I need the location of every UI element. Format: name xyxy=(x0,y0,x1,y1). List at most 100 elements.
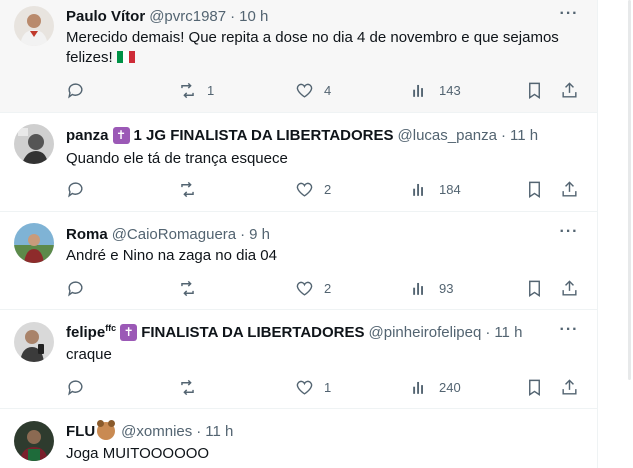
reply-icon xyxy=(68,82,83,99)
reply-post[interactable]: panza ✝ 1 JG FINALISTA DA LIBERTADORES @… xyxy=(0,113,597,212)
bookmark-icon xyxy=(529,181,540,198)
post-header: panza ✝ 1 JG FINALISTA DA LIBERTADORES @… xyxy=(66,125,538,145)
post-header: FLU @xomnies · 11 h xyxy=(66,420,233,441)
like-count: 4 xyxy=(324,82,332,98)
cross-icon: ✝ xyxy=(112,126,130,144)
bookmark-icon xyxy=(529,82,540,99)
view-count: 143 xyxy=(439,82,461,98)
display-name[interactable]: panza xyxy=(66,127,109,144)
reply-post[interactable]: ··· Roma @CaioRomaguera · 9 h André e Ni… xyxy=(0,212,597,310)
user-handle[interactable]: @pinheirofelipeq xyxy=(369,324,482,341)
view-count: 93 xyxy=(439,280,454,296)
reply-button[interactable] xyxy=(66,375,95,399)
separator: · xyxy=(485,323,491,341)
bookmark-icon xyxy=(529,280,540,297)
like-button[interactable]: 4 xyxy=(295,78,331,102)
cross-icon: ✝ xyxy=(120,323,138,341)
share-button[interactable] xyxy=(560,78,579,102)
repost-button[interactable] xyxy=(178,276,207,300)
user-handle[interactable]: @xomnies xyxy=(121,423,192,440)
share-icon xyxy=(562,378,577,395)
post-text: Quando ele tá de trança esquece xyxy=(66,150,288,167)
display-name[interactable]: Roma xyxy=(66,226,108,243)
avatar[interactable] xyxy=(14,6,54,46)
bookmark-button[interactable] xyxy=(525,78,544,102)
reply-post[interactable]: FLU @xomnies · 11 h Joga MUITOOOOOO xyxy=(0,409,597,468)
views-chart-icon xyxy=(413,282,423,295)
bookmark-button[interactable] xyxy=(525,375,544,399)
reply-button[interactable] xyxy=(66,177,95,201)
user-handle[interactable]: @CaioRomaguera xyxy=(112,226,236,243)
share-button[interactable] xyxy=(560,276,579,300)
avatar[interactable] xyxy=(14,421,54,461)
like-button[interactable]: 2 xyxy=(295,177,331,201)
views-button[interactable]: 240 xyxy=(410,375,461,399)
post-text: Merecido demais! Que repita a dose no di… xyxy=(66,28,566,68)
display-name-text: felipe xyxy=(66,324,106,341)
display-name[interactable]: felipeffc xyxy=(66,323,116,341)
display-name[interactable]: FLU xyxy=(66,423,95,440)
avatar[interactable] xyxy=(14,322,54,362)
heart-icon xyxy=(296,83,313,98)
timestamp[interactable]: 9 h xyxy=(249,226,270,243)
more-options-icon[interactable]: ··· xyxy=(559,322,579,344)
reply-icon xyxy=(68,280,83,297)
repost-button[interactable] xyxy=(178,375,207,399)
display-name[interactable]: Paulo Vítor xyxy=(66,8,145,25)
repost-icon xyxy=(181,379,194,395)
display-name-suffix[interactable]: 1 JG FINALISTA DA LIBERTADORES xyxy=(134,127,394,144)
display-name-suffix[interactable]: FINALISTA DA LIBERTADORES xyxy=(141,324,364,341)
timestamp[interactable]: 11 h xyxy=(510,127,538,144)
views-button[interactable]: 143 xyxy=(410,78,461,102)
reply-button[interactable] xyxy=(66,78,95,102)
user-handle[interactable]: @lucas_panza xyxy=(398,127,497,144)
more-options-icon[interactable]: ··· xyxy=(559,224,579,246)
timestamp[interactable]: 11 h xyxy=(205,423,233,440)
views-chart-icon xyxy=(413,183,423,196)
timestamp[interactable]: 11 h xyxy=(494,324,522,341)
replies-feed: Paulo Vítor @pvrc1987 · 10 h ··· Merecid… xyxy=(0,0,598,468)
post-header: Roma @CaioRomaguera · 9 h xyxy=(66,224,270,244)
reply-post[interactable]: Paulo Vítor @pvrc1987 · 10 h ··· Merecid… xyxy=(0,0,597,113)
scrollbar[interactable] xyxy=(628,0,631,380)
post-text-line: Merecido demais! Que repita a dose no di… xyxy=(66,29,559,46)
timestamp[interactable]: 10 h xyxy=(239,8,268,25)
share-icon xyxy=(562,279,577,296)
reply-button[interactable] xyxy=(66,276,95,300)
bookmark-icon xyxy=(529,379,540,396)
heart-icon xyxy=(296,281,313,296)
more-options-icon[interactable]: ··· xyxy=(559,6,579,28)
like-count: 2 xyxy=(324,181,332,197)
post-header: felipeffc ✝ FINALISTA DA LIBERTADORES @p… xyxy=(66,322,522,342)
share-button[interactable] xyxy=(560,375,579,399)
post-text: André e Nino na zaga no dia 04 xyxy=(66,247,277,264)
bookmark-button[interactable] xyxy=(525,177,544,201)
separator: · xyxy=(196,422,202,440)
like-button[interactable]: 2 xyxy=(295,276,331,300)
like-count: 1 xyxy=(324,379,332,395)
views-button[interactable]: 184 xyxy=(410,177,461,201)
post-actions: 1 4 143 xyxy=(60,78,580,102)
avatar[interactable] xyxy=(14,223,54,263)
bookmark-button[interactable] xyxy=(525,276,544,300)
repost-icon xyxy=(181,82,194,98)
heart-icon xyxy=(296,380,313,395)
share-button[interactable] xyxy=(560,177,579,201)
repost-count: 1 xyxy=(207,82,215,98)
reply-post[interactable]: ··· felipeffc ✝ FINALISTA DA LIBERTADORE… xyxy=(0,310,597,409)
name-superscript: ffc xyxy=(105,323,117,333)
like-button[interactable]: 1 xyxy=(295,375,331,399)
post-actions: 2 184 xyxy=(60,177,580,201)
reply-icon xyxy=(68,379,83,396)
avatar[interactable] xyxy=(14,124,54,164)
repost-button[interactable] xyxy=(178,177,207,201)
views-chart-icon xyxy=(413,84,423,97)
views-button[interactable]: 93 xyxy=(410,276,453,300)
user-handle[interactable]: @pvrc1987 xyxy=(149,8,226,25)
post-text-line: felizes! xyxy=(66,48,566,68)
post-actions: 1 240 xyxy=(60,375,580,399)
separator: · xyxy=(230,7,236,25)
repost-button[interactable]: 1 xyxy=(178,78,214,102)
post-text: craque xyxy=(66,346,112,363)
share-icon xyxy=(562,180,577,197)
